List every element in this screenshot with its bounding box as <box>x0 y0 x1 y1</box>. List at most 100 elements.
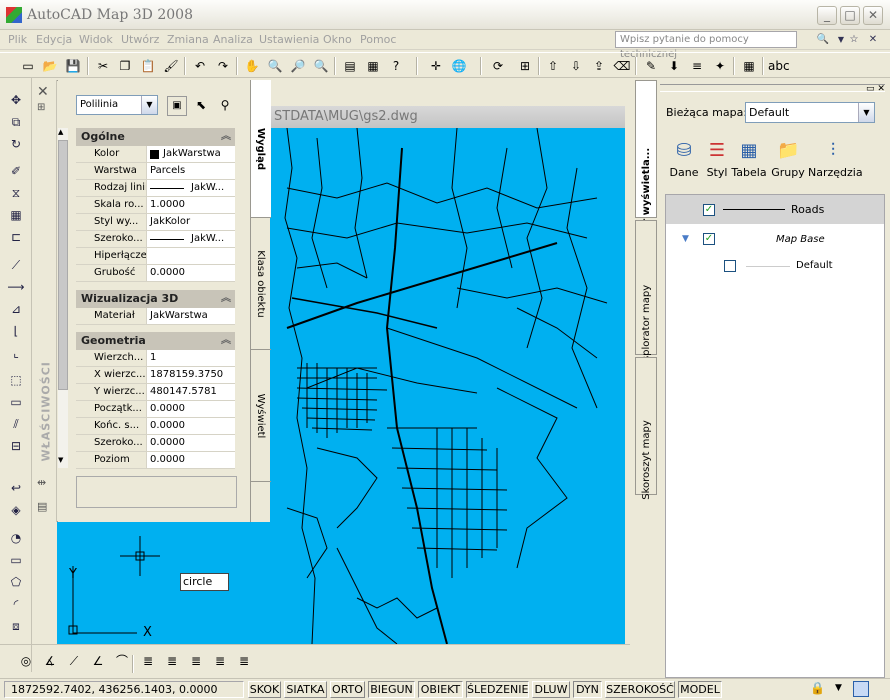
property-row[interactable]: X wierzc... 1878159.3750 <box>76 367 235 384</box>
collapse-icon[interactable]: ︽ <box>221 290 231 308</box>
layer-a-icon[interactable]: ≣ <box>138 651 158 671</box>
pencil-layer-icon[interactable]: ✎ <box>641 56 661 76</box>
zoom-previous-icon[interactable]: 🔍 <box>311 56 331 76</box>
snap-angle-icon[interactable]: ∡ <box>40 651 60 671</box>
property-value[interactable]: 0.0000 <box>146 452 235 468</box>
property-value[interactable]: 0.0000 <box>146 401 235 417</box>
collapse-arrow-icon[interactable]: ▼ <box>682 234 689 244</box>
collapse-icon[interactable]: ︽ <box>221 332 231 350</box>
lineweight-button[interactable]: SZEROKOŚĆ <box>605 681 675 698</box>
data-button[interactable]: ⛁ Dane <box>666 140 702 179</box>
circle-icon[interactable]: ◔ <box>6 528 26 548</box>
pedit-icon[interactable]: ◈ <box>6 500 26 520</box>
property-row[interactable]: Y wierzc... 480147.5781 <box>76 384 235 401</box>
tab-display-manager[interactable]: Menedżer wyświetla... <box>635 80 657 274</box>
open-folder-icon[interactable]: 📂 <box>40 56 60 76</box>
zoom-window-icon[interactable]: 🔎 <box>288 56 308 76</box>
map-plus-icon[interactable]: ⊞ <box>515 56 535 76</box>
status-menu-arrow-icon[interactable]: ▼ <box>835 683 842 693</box>
palette-options-icon[interactable]: ⇹ <box>37 476 46 489</box>
property-row[interactable]: Szeroko... JakW... <box>76 231 235 248</box>
tools-button[interactable]: ⫶ Narzędzia <box>808 140 863 179</box>
otrack-button[interactable]: ŚLEDZENIE <box>466 681 529 698</box>
close-button[interactable]: ✕ <box>863 6 883 25</box>
menu-settings[interactable]: Ustawienia <box>259 33 319 46</box>
globe-icon[interactable]: 🌐 <box>449 56 469 76</box>
property-row[interactable]: Skala ro... 1.0000 <box>76 197 235 214</box>
layer-up-icon[interactable]: ⇧ <box>543 56 563 76</box>
maximize-button[interactable]: □ <box>840 6 860 25</box>
trim-icon[interactable]: ⟋ <box>6 255 26 275</box>
tab-display[interactable]: Wyświetl <box>251 350 271 482</box>
snap-button[interactable]: SKOK <box>248 681 281 698</box>
roads-visibility-checkbox[interactable]: ✓ <box>703 204 715 216</box>
spellcheck-icon[interactable]: abc <box>768 56 790 76</box>
model-button[interactable]: MODEL <box>678 681 722 698</box>
dyn-button[interactable]: DYN <box>573 681 602 698</box>
new-file-icon[interactable]: ▭ <box>18 56 38 76</box>
palette-menu-icon[interactable]: ▤ <box>37 500 47 513</box>
property-row[interactable]: Szeroko... 0.0000 <box>76 435 235 452</box>
help-search-input[interactable]: Wpisz pytanie do pomocy technicznej <box>615 31 797 60</box>
tab-object-class[interactable]: Klasa obiektu <box>251 218 271 350</box>
menu-help[interactable]: Pomoc <box>360 33 396 46</box>
rectangle-icon[interactable]: ▭ <box>6 392 26 412</box>
layer-row-default[interactable]: Default <box>666 255 884 281</box>
properties-scrollbar[interactable]: ▲ ▼ <box>58 128 68 468</box>
pan-realtime-icon[interactable]: ✋ <box>242 56 262 76</box>
scroll-down-icon[interactable]: ▼ <box>58 456 63 464</box>
undo-icon[interactable]: ↶ <box>190 56 210 76</box>
copy-object-icon[interactable]: ⧉ <box>6 112 26 132</box>
map-refresh-icon[interactable]: ⟳ <box>488 56 508 76</box>
mirror-icon[interactable]: ⧖ <box>6 183 26 203</box>
property-row[interactable]: Kolor JakWarstwa <box>76 146 235 163</box>
section-header[interactable]: Geometria ︽ <box>76 332 235 350</box>
stretch-icon[interactable]: ⊿ <box>6 299 26 319</box>
paste-icon[interactable]: 📋 <box>138 56 158 76</box>
polygon-icon[interactable]: ⬠ <box>6 572 26 592</box>
groups-button[interactable]: 📁 Grupy <box>770 140 806 179</box>
properties-icon[interactable]: ▤ <box>340 56 360 76</box>
star-icon[interactable]: ☆ <box>846 31 862 48</box>
property-row[interactable]: Warstwa Parcels <box>76 163 235 180</box>
region-icon[interactable]: ⧈ <box>6 616 26 636</box>
copy-icon[interactable]: ❐ <box>115 56 135 76</box>
scroll-thumb[interactable] <box>58 140 68 390</box>
crosshair-icon[interactable]: ✛ <box>426 56 446 76</box>
layer-b-icon[interactable]: ≣ <box>162 651 182 671</box>
property-row[interactable]: Materiał JakWarstwa <box>76 308 235 325</box>
move-icon[interactable]: ✥ <box>6 90 26 110</box>
quick-select-icon[interactable]: ⚲ <box>215 96 235 116</box>
stack-icon[interactable]: ≡ <box>687 56 707 76</box>
collapse-icon[interactable]: ︽ <box>221 128 231 146</box>
scroll-up-icon[interactable]: ▲ <box>58 128 63 136</box>
property-value[interactable]: 0.0000 <box>146 435 235 451</box>
menu-file[interactable]: Plik <box>8 33 27 46</box>
section-header[interactable]: Wizualizacja 3D ︽ <box>76 290 235 308</box>
polar-button[interactable]: BIEGUN <box>368 681 415 698</box>
stack-down-icon[interactable]: ⬇ <box>664 56 684 76</box>
select-objects-icon[interactable]: ⬉ <box>191 96 211 116</box>
property-row[interactable]: Wierzch... 1 <box>76 350 235 367</box>
match-properties-icon[interactable]: 🖌 <box>161 56 181 76</box>
target-icon[interactable]: ◎ <box>16 651 36 671</box>
ducs-button[interactable]: DLUW <box>532 681 570 698</box>
save-icon[interactable]: 💾 <box>63 56 83 76</box>
arc-icon[interactable]: ◜ <box>6 594 26 614</box>
arc-draw-icon[interactable]: ⌒ <box>112 651 132 671</box>
current-map-select[interactable]: Default ▼ <box>745 102 875 123</box>
property-value[interactable]: 0.0000 <box>146 418 235 434</box>
property-row[interactable]: Styl wy... JakKolor <box>76 214 235 231</box>
property-value[interactable]: JakKolor <box>146 214 235 230</box>
property-value[interactable]: JakWarstwa <box>146 308 235 324</box>
clean-screen-icon[interactable] <box>853 681 869 697</box>
erase-icon[interactable]: ✐ <box>6 161 26 181</box>
search-icon[interactable]: 🔍 <box>815 31 831 48</box>
panel-grip[interactable] <box>660 84 885 92</box>
layer-row-map-base[interactable]: ▼ ✓ Map Base <box>666 227 884 253</box>
rectangle-draw-icon[interactable]: ▭ <box>6 550 26 570</box>
design-center-icon[interactable]: ▦ <box>363 56 383 76</box>
object-type-select[interactable]: Polilinia ▼ <box>76 95 158 115</box>
chevron-down-icon[interactable]: ▼ <box>141 96 157 114</box>
toggle-pickadd-icon[interactable]: ▣ <box>167 96 187 116</box>
